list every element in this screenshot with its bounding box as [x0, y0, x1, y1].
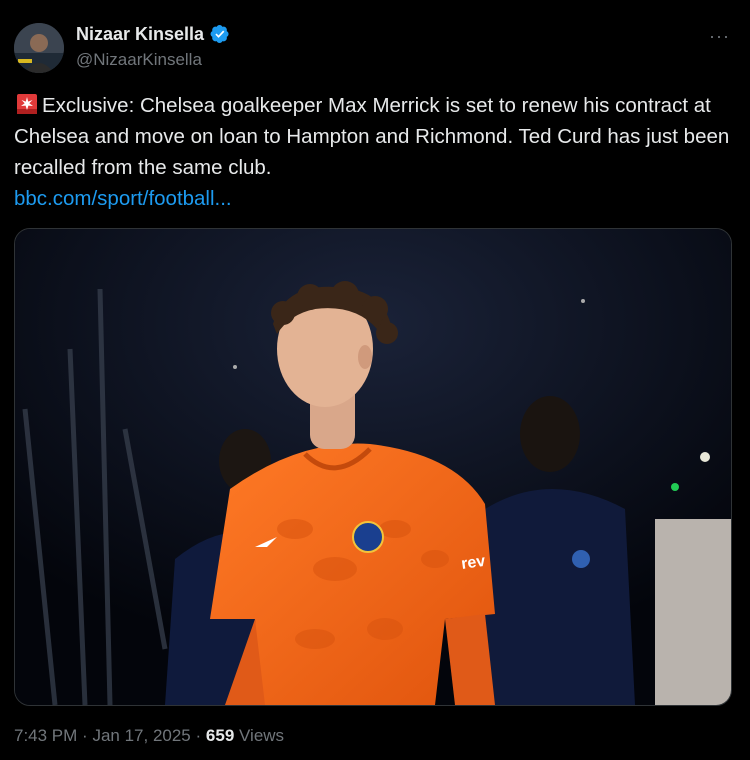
- article-link[interactable]: bbc.com/sport/football...: [14, 183, 730, 214]
- avatar-image: [14, 23, 64, 73]
- author-handle[interactable]: @NizaarKinsella: [76, 50, 202, 70]
- tweet-photo[interactable]: rev: [14, 228, 732, 706]
- tweet-date[interactable]: Jan 17, 2025: [92, 726, 190, 745]
- meta-separator: ·: [82, 726, 88, 745]
- tweet-meta: 7:43 PM · Jan 17, 2025 · 659 Views: [14, 724, 284, 748]
- author-avatar[interactable]: [14, 23, 64, 73]
- views-count: 659: [205, 726, 235, 745]
- verified-badge-icon: [210, 24, 230, 44]
- meta-separator-2: ·: [195, 726, 202, 745]
- sponsor-badge-text: rev: [460, 553, 486, 573]
- tweet-text: Exclusive: Chelsea goalkeeper Max Merric…: [14, 94, 730, 179]
- author-display-name[interactable]: Nizaar Kinsella: [76, 23, 204, 45]
- photo-image: rev: [15, 229, 731, 705]
- tweet-card[interactable]: Nizaar Kinsella @NizaarKinsella ··· Excl…: [0, 0, 750, 760]
- more-options-button[interactable]: ···: [709, 26, 730, 47]
- police-siren-emoji-icon: [16, 93, 38, 115]
- views-label: Views: [239, 726, 285, 745]
- tweet-time[interactable]: 7:43 PM: [14, 726, 77, 745]
- tweet-text-block: Exclusive: Chelsea goalkeeper Max Merric…: [14, 90, 730, 214]
